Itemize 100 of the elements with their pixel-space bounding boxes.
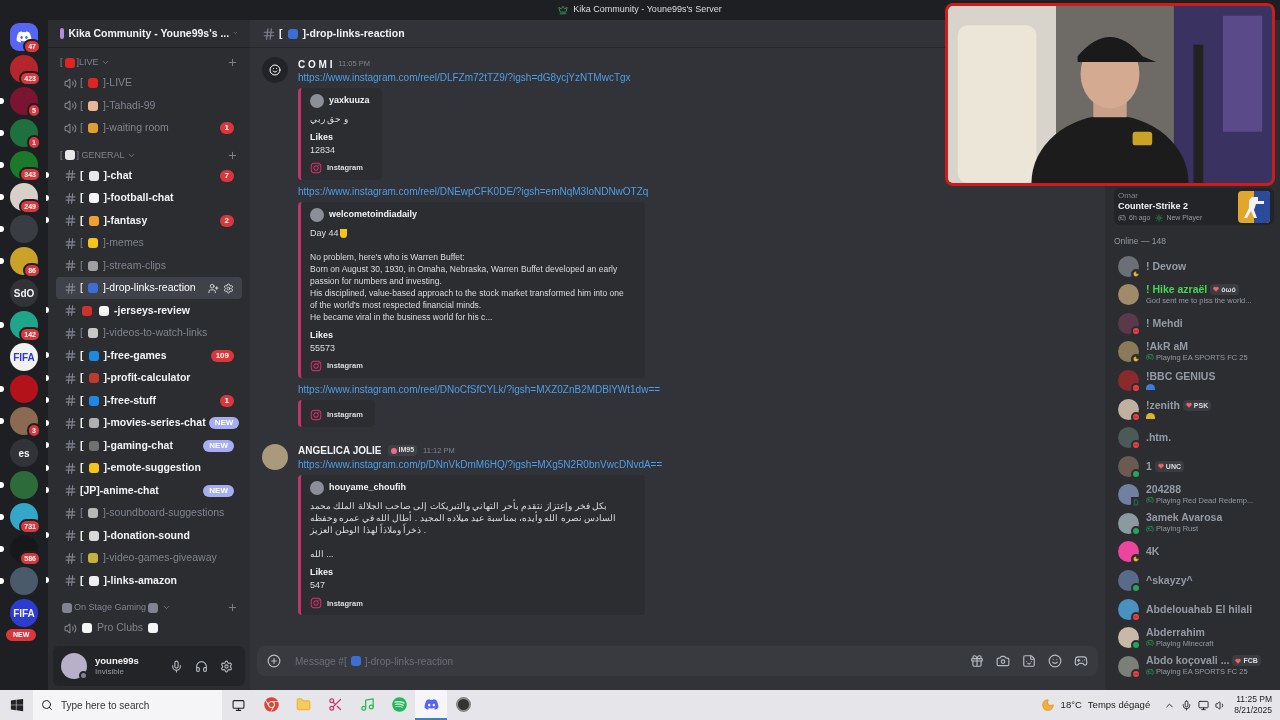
- channel-item[interactable]: [ ]-Tahadi-99: [56, 94, 242, 117]
- label-text: [: [60, 148, 63, 162]
- label-text: ]-Tahadi-99: [102, 97, 156, 113]
- channel-item[interactable]: [ ]-emote-suggestion: [56, 456, 242, 480]
- server-icon[interactable]: SdO: [10, 279, 38, 307]
- label-text: ]-soundboard-suggestions: [102, 505, 225, 521]
- label-text: [: [80, 120, 83, 136]
- message-link[interactable]: https://www.instagram.com/reel/DNEwpCFK0DE/?igsh=emNqM3loNDNwOTZq: [298, 185, 661, 199]
- channel-item[interactable]: [ ]-links-amazon: [56, 569, 242, 592]
- label-text: ]LIVE: [76, 56, 99, 70]
- microphone-icon[interactable]: [170, 659, 183, 673]
- field-value: 547: [310, 579, 327, 593]
- message-link[interactable]: https://www.instagram.com/reel/DLFZm72tTZ9/?igsh=dG8ycjYzNTMwcTgx: [298, 71, 661, 85]
- channel-item[interactable]: [ ]-waiting room 1: [56, 116, 242, 140]
- message-author[interactable]: C O M I: [298, 56, 333, 72]
- channel-item[interactable]: [ ]-profit-calculator: [56, 366, 242, 390]
- gift-icon[interactable]: [970, 654, 984, 668]
- weather-text: Temps dégagé: [1087, 697, 1151, 712]
- activity-game: Counter-Strike 2: [1118, 201, 1189, 212]
- label-text: [: [80, 190, 84, 206]
- channel-item[interactable]: [ ]-free-games 109: [56, 344, 242, 367]
- field-value: 12834: [310, 144, 337, 157]
- channel-item[interactable]: [ ]-free-stuff 1: [56, 389, 242, 412]
- emoji-picker-icon[interactable]: [1048, 654, 1062, 668]
- label-text: [: [80, 280, 83, 296]
- user-status: Invisible: [95, 666, 125, 678]
- unread-count: 2: [219, 214, 234, 227]
- channel-item[interactable]: [ ]-donation-sound: [56, 524, 242, 547]
- heart-icon: [1185, 402, 1192, 408]
- message-author[interactable]: ANGELICA JOLIE: [298, 443, 382, 458]
- search-field[interactable]: Type here to search: [33, 690, 222, 720]
- hash-icon: [64, 439, 77, 453]
- member-name: 3amek Avarosa: [1146, 512, 1223, 524]
- crown-icon: [558, 5, 569, 15]
- controller-icon[interactable]: [1074, 654, 1088, 668]
- network-icon[interactable]: [1198, 699, 1210, 711]
- embed-text: و حق ربي: [310, 113, 349, 125]
- sticker-icon[interactable]: [1022, 654, 1036, 668]
- message-link[interactable]: https://www.instagram.com/p/DNnVkDmM6HQ/?igsh=MXg5N2R0bnVwcDNvdA==: [298, 457, 663, 472]
- message-link[interactable]: https://www.instagram.com/reel/DNoCfSfCYLk/?igsh=MXZ0ZnB2MDBlYWt1dw==: [298, 382, 661, 397]
- channel-item[interactable]: Pro Clubs: [56, 616, 242, 640]
- server-header[interactable]: Kika Community - Youne99s's ...: [48, 20, 250, 48]
- author-avatar: [310, 480, 324, 495]
- channel-item[interactable]: [ ]-movies-series-chat NEW: [56, 411, 242, 435]
- member-item[interactable]: ^skayzy^: [1118, 566, 1274, 595]
- unread-count: 1: [219, 122, 234, 135]
- channel-item[interactable]: [ ]-gaming-chat NEW: [56, 434, 242, 457]
- hash-icon: [64, 484, 77, 498]
- add-icon[interactable]: [227, 57, 238, 69]
- music-icon: [359, 696, 375, 712]
- channel-item[interactable]: [ ]-videos-to-watch-links: [56, 321, 242, 345]
- category-header[interactable]: On Stage Gaming: [48, 598, 250, 617]
- category-header[interactable]: [ ] GENERAL: [48, 146, 250, 165]
- channel-item[interactable]: [ ]-LIVE: [56, 71, 242, 95]
- member-item[interactable]: ! Mehdi: [1118, 308, 1274, 338]
- embed-author[interactable]: yaxkuuza: [329, 94, 370, 108]
- settings-icon[interactable]: [220, 659, 233, 673]
- microphone-icon[interactable]: [1181, 699, 1193, 711]
- member-item[interactable]: ! Devow: [1118, 251, 1274, 281]
- embed-author[interactable]: houyame_choufih: [329, 480, 406, 495]
- add-icon[interactable]: [267, 654, 281, 668]
- embed-text: He became viral in the business world for his c...: [310, 310, 494, 323]
- member-name: Abdelouahab El hilali: [1146, 603, 1253, 615]
- server-icon[interactable]: FIFA: [10, 343, 38, 371]
- embed-text: Born on August 30, 1930, in Omaha, Nebraska, Warren Buffet developed an early passion for numbers and investing.: [310, 262, 619, 287]
- server-icon[interactable]: FIFA: [10, 599, 38, 627]
- server-icon[interactable]: [10, 247, 38, 275]
- channel-item[interactable]: -jerseys-review: [56, 299, 242, 322]
- channel-item[interactable]: [ ]-chat 7: [56, 164, 242, 187]
- add-icon[interactable]: [227, 149, 238, 161]
- channel-item[interactable]: [ ]-video-games-giveaway: [56, 546, 242, 570]
- member-item[interactable]: !BBC GENIUS: [1118, 366, 1274, 395]
- channel-item[interactable]: [ ]-soundboard-suggestions: [56, 501, 242, 525]
- channel-item[interactable]: [ ]-fantasy 2: [56, 209, 242, 232]
- window-title: Kika Community - Youne99s's Server: [573, 3, 722, 17]
- clock-time: 11:25 PM: [1236, 694, 1272, 705]
- category-header[interactable]: [ ]LIVE: [48, 53, 250, 72]
- label-text: [: [279, 25, 283, 41]
- camera-logo-icon: [310, 408, 322, 421]
- server-icon[interactable]: es: [10, 439, 38, 467]
- channel-item[interactable]: [ ]-football-chat: [56, 186, 242, 210]
- channel-item[interactable]: [ ]-stream-clips: [56, 254, 242, 277]
- user-avatar[interactable]: [262, 443, 288, 470]
- embed-author[interactable]: welcometoindiadaily: [329, 208, 418, 222]
- search-icon: [41, 699, 53, 711]
- member-item[interactable]: .htm.: [1118, 423, 1274, 452]
- add-icon[interactable]: [227, 602, 238, 614]
- user-avatar[interactable]: [61, 653, 87, 680]
- channel-item[interactable]: [JP]-anime-chat NEW: [56, 479, 242, 502]
- member-item[interactable]: 4K: [1118, 537, 1274, 567]
- channel-item[interactable]: [ ]-drop-links-reaction: [56, 276, 242, 300]
- channel-item[interactable]: [ ]-memes: [56, 231, 242, 255]
- invite-icon[interactable]: [208, 282, 219, 294]
- user-avatar[interactable]: [262, 57, 288, 83]
- headphones-icon[interactable]: [195, 659, 208, 673]
- settings-icon[interactable]: [223, 282, 234, 294]
- field-value: 55573: [310, 341, 337, 355]
- heart-icon: [1213, 286, 1220, 293]
- member-item[interactable]: Abdelouahab El hilali: [1118, 594, 1274, 624]
- label-text: ]-gaming-chat: [103, 437, 173, 453]
